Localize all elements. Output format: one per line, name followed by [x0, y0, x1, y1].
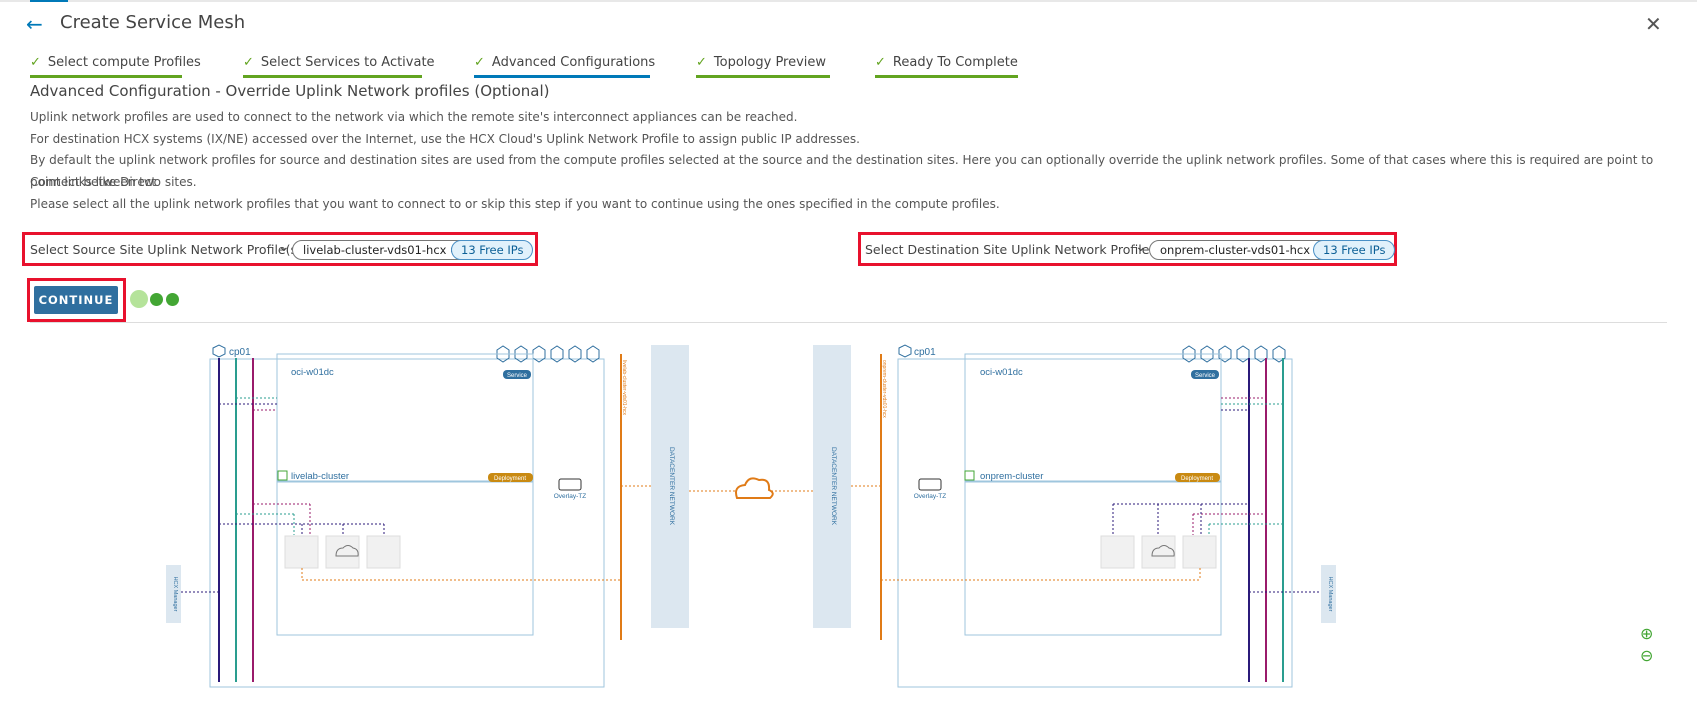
check-icon: ✓ [474, 55, 485, 70]
cloud-appliance-icon [325, 535, 360, 569]
right-site: cp01 oci-w01dc Service onprem-cluster De… [880, 344, 1336, 688]
check-icon: ✓ [30, 55, 41, 70]
right-cluster-label: onprem-cluster [980, 471, 1043, 482]
right-deploy-badge-label: Deployment [1181, 476, 1213, 482]
description-line: Connect between two sites. [30, 175, 197, 189]
check-icon: ✓ [696, 55, 707, 70]
chevron-down-icon[interactable]: ⌄ [278, 239, 290, 255]
chip-label: onprem-cluster-vds01-hcx [1160, 243, 1311, 257]
source-uplink-selector: Select Source Site Uplink Network Profil… [22, 232, 538, 266]
network-appliance-icon [366, 535, 401, 569]
network-appliance-icon [1100, 535, 1135, 569]
destination-free-ips-badge: 13 Free IPs [1313, 240, 1396, 260]
section-title: Advanced Configuration - Override Uplink… [30, 82, 550, 100]
left-manager-label: HCX Manager [172, 577, 178, 612]
left-deploy-badge-label: Deployment [494, 476, 526, 482]
right-datacenter-label: DATACENTER NETWORK [830, 447, 837, 526]
appliance-icon [284, 535, 319, 569]
step-topology-preview[interactable]: ✓ Topology Preview [696, 55, 830, 78]
check-icon: ✓ [875, 55, 886, 70]
cluster-icon [277, 470, 288, 481]
step-label: Select compute Profiles [47, 55, 201, 70]
left-datacenter-label: DATACENTER NETWORK [668, 447, 675, 526]
step-label: Select Services to Activate [260, 55, 435, 70]
left-cluster-label: livelab-cluster [291, 471, 349, 482]
description-line: For destination HCX systems (IX/NE) acce… [30, 132, 860, 146]
step-advanced-configurations[interactable]: ✓ Advanced Configurations [474, 55, 655, 78]
left-service-badge-label: Service [507, 373, 528, 379]
destination-uplink-label: Select Destination Site Uplink Network P… [865, 242, 1166, 257]
hexagon-icon [212, 344, 226, 358]
zoom-out-icon[interactable]: ⊖ [1640, 646, 1653, 665]
step-ready-to-complete[interactable]: ✓ Ready To Complete [875, 55, 1018, 78]
step-label: Advanced Configurations [491, 55, 656, 70]
chevron-down-icon[interactable]: ⌄ [1135, 239, 1147, 255]
source-uplink-label: Select Source Site Uplink Network Profil… [30, 242, 302, 257]
appliance-icon [1182, 535, 1217, 569]
cluster-icon [964, 470, 975, 481]
right-cp-label: cp01 [914, 347, 936, 358]
left-cp-label: cp01 [229, 347, 251, 358]
zoom-in-icon[interactable]: ⊕ [1640, 624, 1653, 643]
destination-uplink-selector: Select Destination Site Uplink Network P… [858, 232, 1397, 266]
step-select-compute-profiles[interactable]: ✓ Select compute Profiles [30, 55, 201, 78]
left-uplink-label: livelab-cluster-vds01-hcx [621, 360, 627, 416]
right-overlay-label: Overlay-TZ [914, 493, 947, 500]
description-line: Please select all the uplink network pro… [30, 197, 1000, 211]
left-site: cp01 oci-w01dc Service livelab-cluster D… [166, 344, 627, 688]
chip-label: livelab-cluster-vds01-hcx [303, 243, 447, 257]
check-icon: ✓ [243, 55, 254, 70]
arrow-left-icon[interactable]: ← [26, 12, 43, 36]
topology-diagram: cp01 oci-w01dc Service livelab-cluster D… [166, 344, 1336, 688]
overlay-switch-icon [558, 478, 582, 491]
internet-cloud-icon [735, 477, 774, 499]
right-manager-label: HCX Manager [1327, 577, 1333, 612]
page-title: Create Service Mesh [60, 12, 246, 33]
left-overlay-label: Overlay-TZ [554, 493, 587, 500]
description-line: Uplink network profiles are used to conn… [30, 110, 798, 124]
hexagon-icon [898, 344, 912, 358]
cloud-appliance-icon [1141, 535, 1176, 569]
wizard-header: ← Create Service Mesh ✕ [0, 0, 1697, 48]
source-profile-chip[interactable]: livelab-cluster-vds01-hcx✕ [292, 240, 470, 260]
right-uplink-label: onprem-cluster-vds01-hcx [881, 360, 887, 418]
step-label: Ready To Complete [892, 55, 1018, 70]
right-site-label: oci-w01dc [980, 367, 1023, 378]
right-service-badge-label: Service [1195, 373, 1216, 379]
left-site-label: oci-w01dc [291, 367, 334, 378]
step-label: Topology Preview [713, 55, 827, 70]
continue-button[interactable]: CONTINUE [34, 286, 118, 314]
divider [30, 322, 1667, 323]
source-free-ips-badge: 13 Free IPs [451, 240, 534, 260]
step-select-services[interactable]: ✓ Select Services to Activate [243, 55, 435, 78]
description-line: By default the uplink network profiles f… [30, 153, 1654, 189]
close-icon[interactable]: ✕ [1645, 12, 1662, 36]
overlay-switch-icon [918, 478, 942, 491]
destination-profile-chip[interactable]: onprem-cluster-vds01-hcx✕ [1149, 240, 1334, 260]
continue-highlight: CONTINUE [27, 278, 126, 322]
